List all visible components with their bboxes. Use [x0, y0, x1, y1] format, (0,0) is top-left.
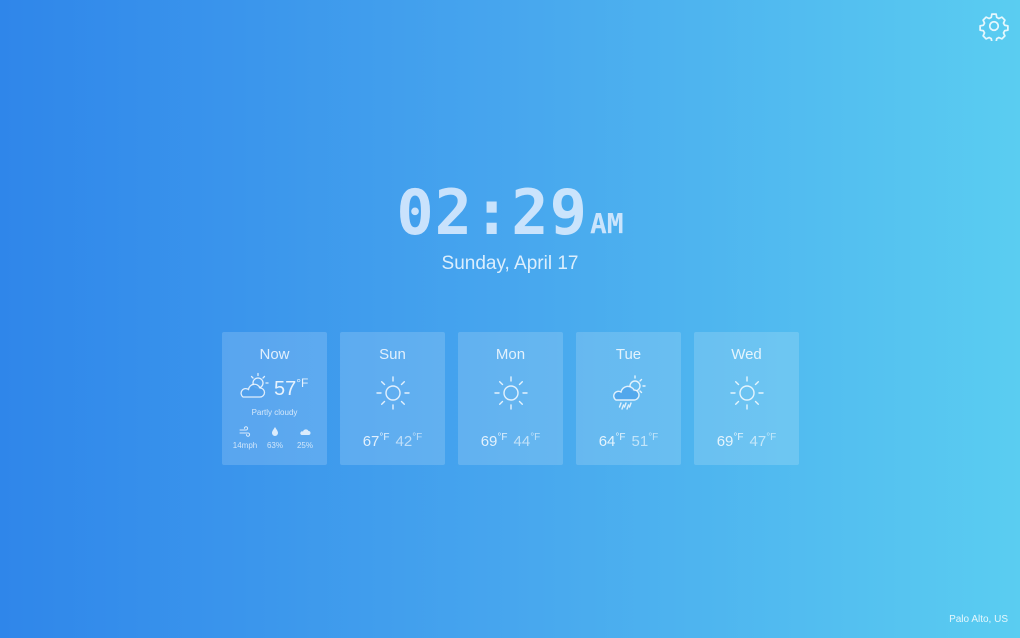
low-temp: 42°F: [395, 432, 423, 450]
settings-button[interactable]: [979, 11, 1009, 41]
clock-date: Sunday, April 17: [441, 253, 579, 274]
high-temp: 69°F: [480, 432, 508, 450]
forecast-day: Sun: [379, 346, 406, 363]
current-weather-card: Now 57°F Partly cloudy 14mph 63% 25%: [222, 332, 327, 465]
forecast-card-tue: Tue 64°F 51°F: [576, 332, 681, 465]
current-condition: Partly cloudy: [251, 408, 298, 417]
wind-icon: [239, 426, 251, 437]
humidity-stat: 63%: [260, 426, 290, 450]
humidity-value: 63%: [266, 441, 283, 450]
wind-value: 14mph: [232, 441, 258, 450]
wind-stat: 14mph: [230, 426, 260, 450]
low-temp: 47°F: [749, 432, 777, 450]
forecast-day: Wed: [731, 346, 762, 363]
rain-sun-icon: [610, 374, 648, 412]
current-stats: 14mph 63% 25%: [230, 426, 320, 456]
current-temp: 57°F: [274, 376, 309, 400]
forecast-temps: 69°F 44°F: [458, 432, 563, 450]
clock-ampm: AM: [589, 207, 624, 240]
current-temp-unit: °F: [296, 376, 309, 390]
low-temp: 44°F: [513, 432, 541, 450]
forecast-day: Mon: [495, 346, 526, 363]
high-temp: 64°F: [598, 432, 626, 450]
location-label: Palo Alto, US: [949, 614, 1008, 625]
high-temp: 67°F: [362, 432, 390, 450]
low-temp: 51°F: [631, 432, 659, 450]
sun-icon: [728, 374, 766, 412]
humidity-icon: [272, 427, 278, 436]
forecast-day: Tue: [615, 346, 642, 363]
sun-icon: [374, 374, 412, 412]
forecast-card-wed: Wed 69°F 47°F: [694, 332, 799, 465]
forecast-temps: 67°F 42°F: [340, 432, 445, 450]
current-label: Now: [259, 346, 290, 363]
clock: 02:29 AM: [0, 178, 1020, 248]
cloud-cover-icon: [300, 429, 311, 435]
forecast-card-mon: Mon 69°F 44°F: [458, 332, 563, 465]
partly-cloudy-icon: [236, 372, 272, 402]
forecast-card-sun: Sun 67°F 42°F: [340, 332, 445, 465]
forecast-temps: 64°F 51°F: [576, 432, 681, 450]
high-temp: 69°F: [716, 432, 744, 450]
cloud-cover-value: 25%: [296, 441, 313, 450]
sun-icon: [492, 374, 530, 412]
forecast-temps: 69°F 47°F: [694, 432, 799, 450]
weather-cards: Now 57°F Partly cloudy 14mph 63% 25% Sun…: [222, 332, 799, 465]
gear-icon: [979, 13, 1009, 41]
cloud-cover-stat: 25%: [290, 426, 320, 450]
clock-time: 02:29: [396, 176, 588, 249]
